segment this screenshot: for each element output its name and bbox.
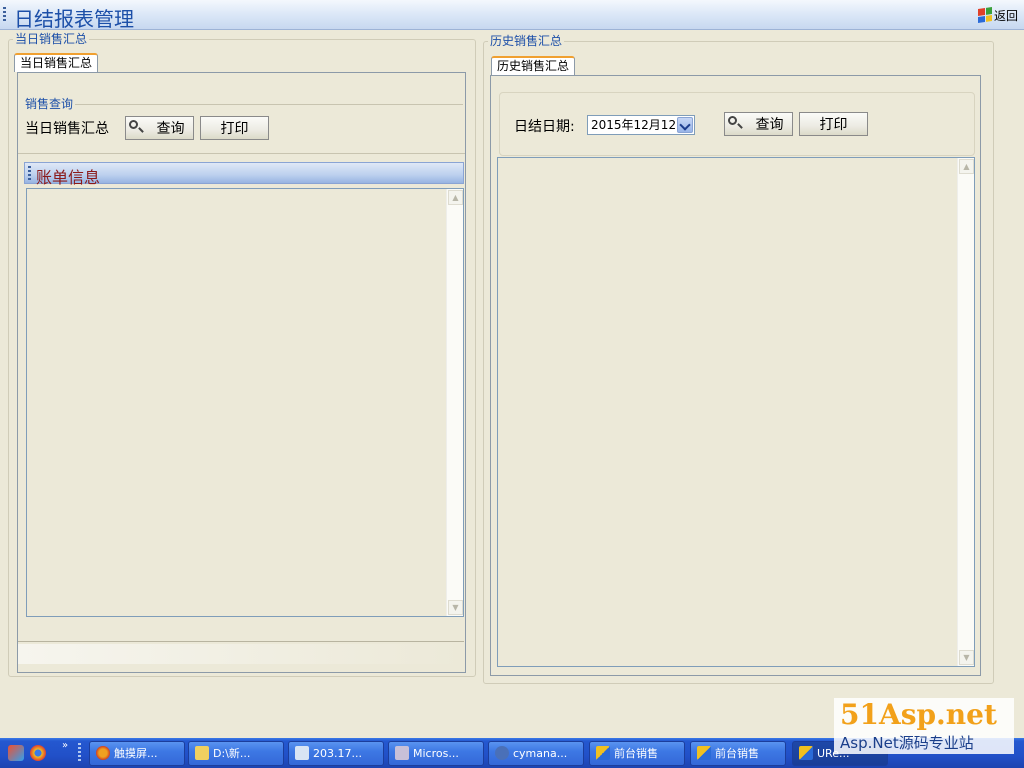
bill-info-scrollbar[interactable]: ▲ ▼ bbox=[446, 189, 463, 616]
page-title: 日结报表管理 bbox=[14, 7, 134, 31]
watermark-logo: 51Asp.net bbox=[840, 698, 997, 731]
taskbar-grip-icon bbox=[78, 743, 81, 763]
history-query-button-label: 查询 bbox=[755, 117, 784, 133]
back-button[interactable]: 返回 bbox=[977, 6, 1018, 24]
chevron-down-icon[interactable] bbox=[677, 117, 693, 133]
grip-icon bbox=[3, 7, 6, 23]
bill-info-title: 账单信息 bbox=[36, 168, 101, 187]
bill-info-list[interactable]: ▲ ▼ bbox=[26, 188, 464, 617]
tab-history-sales-label: 历史销售汇总 bbox=[497, 59, 570, 73]
search-icon bbox=[129, 120, 138, 129]
scroll-down-icon[interactable]: ▼ bbox=[448, 600, 463, 615]
app-window-icon bbox=[799, 746, 813, 760]
taskbar-item-1[interactable]: D:\新... bbox=[188, 741, 284, 766]
taskbar-item-label: 203.17... bbox=[313, 747, 362, 760]
sales-query-legend: 销售查询 bbox=[25, 97, 74, 111]
chrome-icon[interactable] bbox=[30, 745, 46, 761]
watermark: 51Asp.net Asp.Net源码专业站 bbox=[834, 698, 1014, 754]
taskbar-item-label: cymana... bbox=[513, 747, 568, 760]
bill-info-section-header: 账单信息 bbox=[24, 162, 464, 187]
taskbar-item-label: 前台销售 bbox=[715, 747, 759, 760]
history-results-list[interactable]: ▲ ▼ bbox=[497, 157, 975, 667]
taskbar-item-0[interactable]: 触摸屏... bbox=[89, 741, 185, 766]
tab-history-sales[interactable]: 历史销售汇总 bbox=[491, 56, 576, 75]
tab-today-sales[interactable]: 当日销售汇总 bbox=[14, 53, 99, 72]
history-results-scrollbar[interactable]: ▲ ▼ bbox=[957, 158, 974, 666]
window-title-bar: 日结报表管理 返回 bbox=[0, 0, 1024, 31]
quick-launch bbox=[8, 745, 46, 761]
taskbar-item-label: Micros... bbox=[413, 747, 459, 760]
scroll-up-icon[interactable]: ▲ bbox=[448, 190, 463, 205]
today-footer-bar bbox=[18, 644, 464, 664]
watermark-tagline: Asp.Net源码专业站 bbox=[840, 734, 974, 752]
today-print-button[interactable]: 打印 bbox=[200, 116, 269, 140]
today-query-button[interactable]: 查询 bbox=[125, 116, 194, 140]
app-window-icon bbox=[697, 746, 711, 760]
link-icon bbox=[495, 746, 509, 760]
date-select-value: 2015年12月12日 bbox=[591, 118, 689, 132]
query-bottom-divider bbox=[18, 153, 465, 154]
show-desktop-icon[interactable] bbox=[8, 745, 24, 761]
taskbar-item-5[interactable]: 前台销售 bbox=[589, 741, 685, 766]
today-print-button-label: 打印 bbox=[220, 121, 249, 137]
today-query-button-label: 查询 bbox=[156, 121, 185, 137]
scroll-down-icon[interactable]: ▼ bbox=[959, 650, 974, 665]
taskbar-item-label: 前台销售 bbox=[614, 747, 658, 760]
history-print-button[interactable]: 打印 bbox=[799, 112, 868, 136]
date-label: 日结日期: bbox=[514, 119, 575, 135]
scroll-up-icon[interactable]: ▲ bbox=[959, 159, 974, 174]
remote-desktop-icon bbox=[295, 746, 309, 760]
history-print-button-label: 打印 bbox=[819, 117, 848, 133]
history-query-button[interactable]: 查询 bbox=[724, 112, 793, 136]
visual-studio-icon bbox=[395, 746, 409, 760]
grip-icon bbox=[28, 166, 31, 180]
folder-icon bbox=[195, 746, 209, 760]
search-icon bbox=[728, 116, 737, 125]
windows-logo-icon bbox=[977, 7, 992, 23]
query-divider bbox=[75, 104, 463, 105]
today-summary-label: 当日销售汇总 bbox=[25, 121, 109, 137]
taskbar-item-4[interactable]: cymana... bbox=[488, 741, 584, 766]
back-button-label: 返回 bbox=[993, 8, 1018, 23]
footer-divider-top bbox=[18, 641, 464, 642]
date-select[interactable]: 2015年12月12日 bbox=[587, 115, 695, 135]
today-sales-legend: 当日销售汇总 bbox=[13, 31, 90, 47]
more-chevron-icon[interactable]: » bbox=[62, 740, 68, 751]
app-window-icon bbox=[596, 746, 610, 760]
tab-today-sales-label: 当日销售汇总 bbox=[20, 56, 93, 70]
firefox-icon bbox=[96, 746, 110, 760]
taskbar-item-6[interactable]: 前台销售 bbox=[690, 741, 786, 766]
history-sales-legend: 历史销售汇总 bbox=[488, 33, 565, 49]
taskbar-item-2[interactable]: 203.17... bbox=[288, 741, 384, 766]
taskbar-item-3[interactable]: Micros... bbox=[388, 741, 484, 766]
taskbar-item-label: 触摸屏... bbox=[114, 747, 158, 760]
taskbar-item-label: D:\新... bbox=[213, 747, 251, 760]
